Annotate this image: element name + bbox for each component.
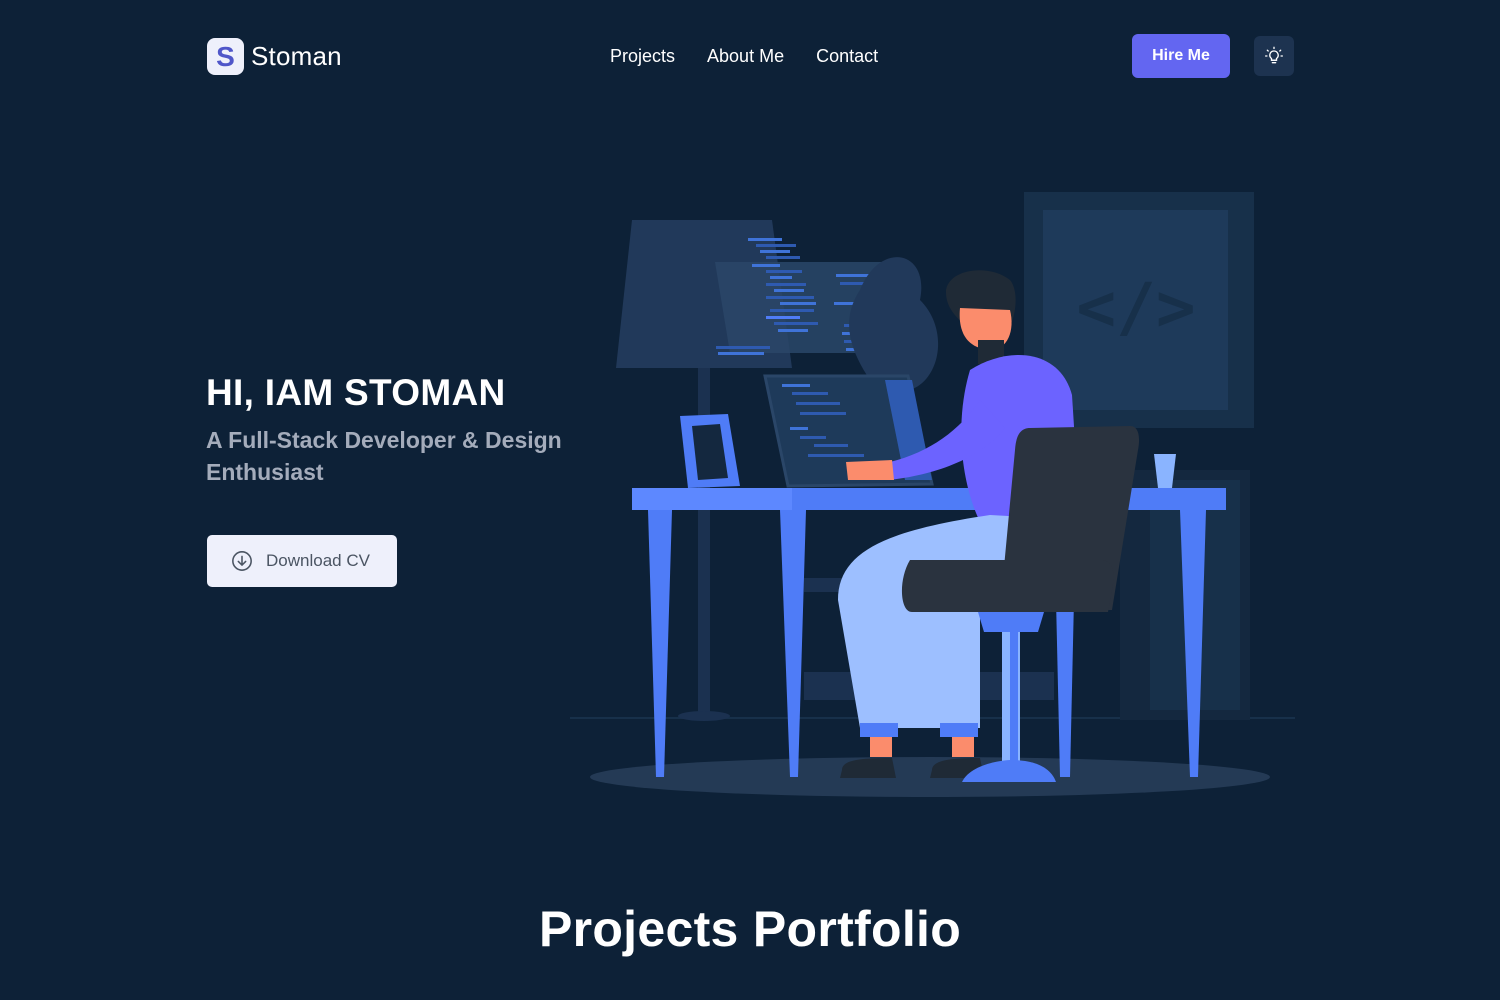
download-cv-label: Download CV — [266, 551, 370, 570]
top-navbar: S Stoman Projects About Me Contact Hire … — [0, 0, 1500, 115]
hero-subtitle: A Full-Stack Developer & Design Enthusia… — [206, 427, 562, 485]
nav-link-contact[interactable]: Contact — [816, 46, 878, 67]
code-sign: </> — [1076, 269, 1195, 346]
logo-mark: S — [207, 38, 244, 75]
brand-name: Stoman — [251, 41, 342, 71]
download-cv-button[interactable]: Download CV — [207, 535, 397, 587]
projects-portfolio-heading: Projects Portfolio — [538, 901, 962, 957]
chair-seat — [901, 560, 1114, 612]
brand-logo[interactable]: S Stoman — [207, 38, 342, 75]
developer-illustration: </> — [570, 192, 1295, 797]
download-circle-icon — [232, 551, 252, 571]
theme-toggle-button[interactable] — [1254, 36, 1294, 76]
hero-title: HI, IAM STOMAN — [206, 372, 506, 413]
floor-shadow — [590, 757, 1270, 797]
lightbulb-icon — [1265, 46, 1283, 64]
hire-me-button[interactable]: Hire Me — [1132, 34, 1230, 78]
nav-link-projects[interactable]: Projects — [610, 46, 675, 67]
main-menu: Projects About Me Contact — [610, 46, 878, 67]
nav-link-about-me[interactable]: About Me — [707, 46, 784, 67]
